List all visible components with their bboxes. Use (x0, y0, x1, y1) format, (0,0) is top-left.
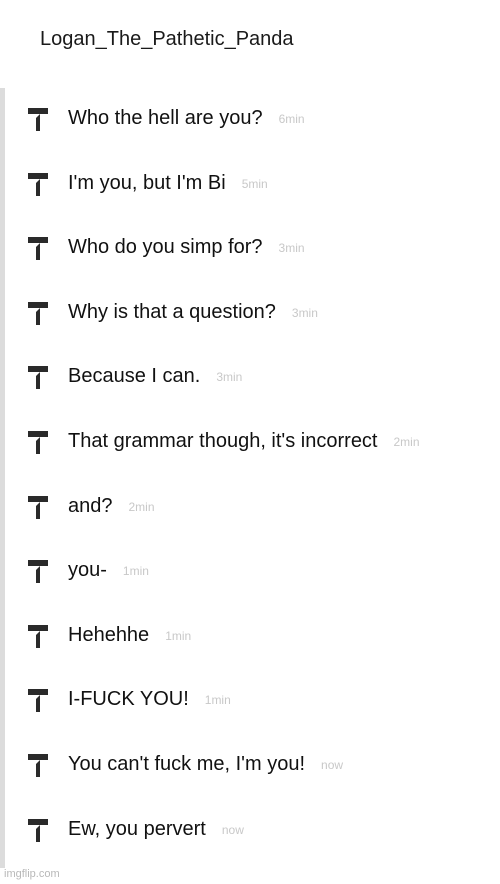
username[interactable]: Logan_The_Pathetic_Panda (40, 28, 294, 51)
comment-text-wrap: you- 1min (68, 558, 149, 583)
comment-text: Who the hell are you? (68, 107, 263, 129)
comment-row: you- 1min (0, 551, 500, 616)
comment-text-wrap: Ew, you pervert now (68, 817, 244, 842)
reply-arrow-icon[interactable] (26, 816, 52, 844)
comment-list: Who the hell are you? 6min I'm you, but I… (0, 99, 500, 874)
reply-arrow-icon[interactable] (26, 363, 52, 391)
comment-text-wrap: You can't fuck me, I'm you! now (68, 752, 343, 777)
comment-text: you- (68, 559, 107, 582)
comment-row: Why is that a question? 3min (0, 293, 500, 358)
reply-arrow-icon[interactable] (26, 557, 52, 585)
comment-row: Who do you simp for? 3min (0, 228, 500, 293)
imgflip-watermark: imgflip.com (4, 868, 60, 880)
comment-timestamp: 1min (122, 564, 149, 579)
comment-text: I'm you, but I'm Bi (68, 171, 226, 194)
comment-timestamp: 2min (393, 434, 420, 449)
comment-row: Because I can. 3min (0, 357, 500, 422)
comment-text-wrap: Who do you simp for? 3min (68, 235, 305, 260)
comment-text: Because I can. (68, 365, 201, 388)
comment-timestamp: 3min (291, 305, 318, 320)
comment-text-wrap: and? 2min (68, 494, 155, 519)
comment-row: Who the hell are you? 6min (0, 99, 500, 164)
comment-row: That grammar though, it's incorrect 2min (0, 422, 500, 487)
comment-timestamp: 1min (204, 693, 231, 708)
comment-text-wrap: Because I can. 3min (68, 364, 242, 389)
comment-text: Why is that a question? (68, 300, 276, 323)
reply-arrow-icon[interactable] (26, 234, 52, 262)
comment-timestamp: now (221, 822, 244, 837)
comment-text-wrap: That grammar though, it's incorrect 2min (68, 429, 420, 454)
reply-arrow-icon[interactable] (26, 299, 52, 327)
reply-arrow-icon[interactable] (26, 493, 52, 521)
reply-arrow-icon[interactable] (26, 170, 52, 198)
comment-text: You can't fuck me, I'm you! (68, 752, 306, 775)
comment-text: Hehehhe (68, 623, 150, 646)
comment-text: That grammar though, it's incorrect (68, 429, 378, 452)
reply-arrow-icon[interactable] (26, 686, 52, 714)
reply-arrow-icon[interactable] (26, 428, 52, 456)
comment-text-wrap: Hehehhe 1min (68, 623, 191, 648)
comment-row: and? 2min (0, 487, 500, 552)
comment-text: and? (68, 494, 113, 517)
comment-text-wrap: Why is that a question? 3min (68, 300, 318, 325)
comment-text-wrap: Who the hell are you? 6min (68, 106, 305, 131)
comment-timestamp: now (321, 757, 344, 772)
comment-text: I-FUCK YOU! (68, 688, 189, 711)
comment-row: I'm you, but I'm Bi 5min (0, 164, 500, 229)
comment-timestamp: 6min (278, 112, 305, 126)
comment-text-wrap: I-FUCK YOU! 1min (68, 687, 231, 712)
comment-text: Who do you simp for? (68, 236, 263, 259)
comment-row: Ew, you pervert now (0, 810, 500, 875)
comment-timestamp: 1min (165, 628, 192, 643)
comment-timestamp: 5min (241, 176, 268, 191)
reply-arrow-icon[interactable] (26, 622, 52, 650)
reply-arrow-icon[interactable] (26, 751, 52, 779)
comment-timestamp: 2min (128, 499, 155, 514)
comment-row: You can't fuck me, I'm you! now (0, 745, 500, 810)
comment-row: I-FUCK YOU! 1min (0, 680, 500, 745)
comment-timestamp: 3min (278, 241, 305, 256)
reply-arrow-icon[interactable] (26, 105, 52, 133)
comment-timestamp: 3min (216, 370, 243, 385)
comment-text: Ew, you pervert (68, 817, 206, 840)
comment-row: Hehehhe 1min (0, 616, 500, 681)
comment-text-wrap: I'm you, but I'm Bi 5min (68, 171, 268, 196)
